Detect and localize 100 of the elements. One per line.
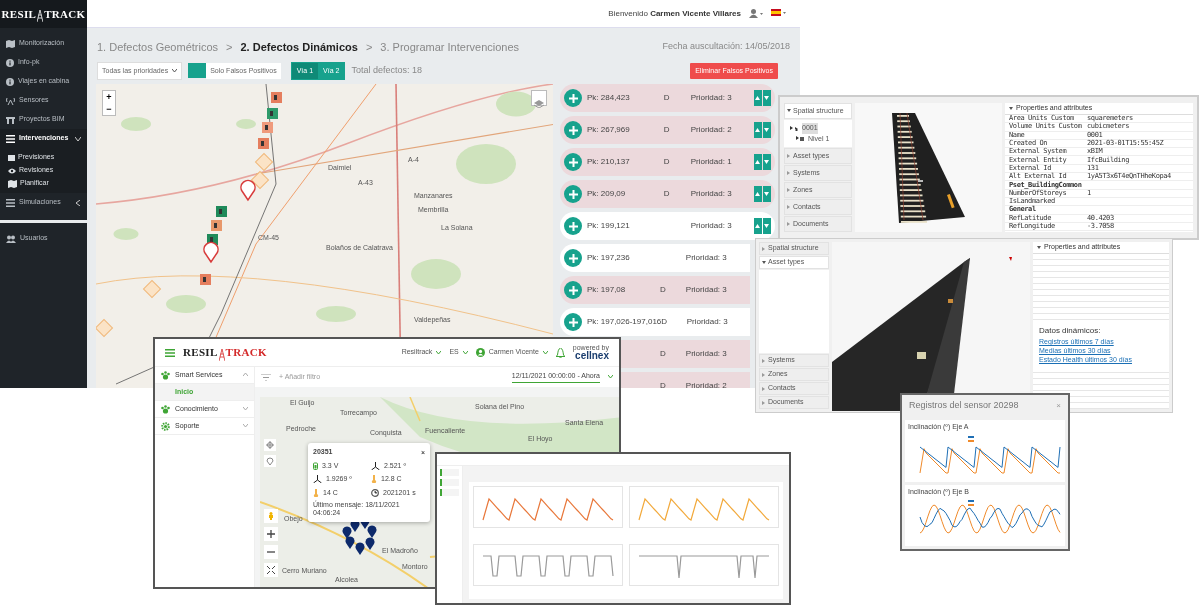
location-pin-icon [266, 457, 274, 465]
pk-text: Pk: 284,423 [587, 92, 631, 104]
chevron-icon [243, 407, 248, 411]
add-button[interactable] [564, 217, 582, 235]
defect-row[interactable]: Pk: 267,969 D Prioridad: 2 [560, 116, 775, 144]
sidebar-item[interactable] [440, 469, 459, 476]
paw-icon [161, 404, 170, 414]
sidebar-item[interactable] [440, 479, 459, 486]
minus-icon [267, 548, 275, 556]
station-marker[interactable] [96, 319, 113, 337]
forest-area [166, 295, 206, 313]
location-pin[interactable] [365, 537, 375, 550]
caret-icon [787, 205, 791, 209]
bell-icon[interactable] [555, 347, 565, 358]
location-pin-button[interactable] [264, 455, 276, 467]
move-down-button[interactable] [762, 154, 771, 170]
caret-down-icon [764, 192, 770, 196]
defect-marker[interactable] [267, 108, 278, 119]
add-button[interactable] [564, 185, 582, 203]
alert-pin[interactable] [240, 179, 256, 201]
pk-text: Pk: 197,236 [587, 252, 631, 264]
menu-icon[interactable] [165, 348, 175, 357]
chevron-icon [243, 373, 248, 377]
chevron-icon [608, 375, 613, 379]
defect-marker[interactable] [262, 122, 273, 133]
move-down-button[interactable] [762, 90, 771, 106]
move-up-button[interactable] [753, 218, 762, 234]
move-up-button[interactable] [753, 186, 762, 202]
location-pin[interactable] [367, 525, 377, 538]
defect-marker[interactable] [216, 206, 227, 217]
priority-text: Prioridad: 2 [685, 380, 728, 388]
partner-logo-text: cellnex [575, 351, 609, 361]
add-button[interactable] [564, 281, 582, 299]
crosshair-button[interactable] [264, 439, 276, 451]
defect-marker[interactable] [200, 274, 211, 285]
step-separator: > [226, 39, 233, 55]
move-down-button[interactable] [762, 122, 771, 138]
caret-down-icon [764, 160, 770, 164]
map-icon [8, 179, 17, 188]
add-button[interactable] [564, 121, 582, 139]
zoom-out-button[interactable] [264, 545, 278, 559]
antenna-icon [6, 96, 15, 105]
map-icon [6, 39, 15, 48]
defect-row[interactable]: Pk: 210,137 D Prioridad: 1 [560, 148, 775, 176]
step-link[interactable]: 2. Defectos Dinámicos [240, 38, 358, 56]
defect-marker[interactable] [271, 92, 282, 103]
forest-area [496, 91, 536, 117]
section-heading: Datos dinámicos: [1038, 325, 1102, 337]
priority-text: Prioridad: 3 [685, 284, 728, 296]
caret-up-icon [755, 224, 761, 228]
layers-button[interactable] [531, 90, 547, 106]
defect-row[interactable]: Pk: 199,121 Prioridad: 3 [560, 212, 775, 240]
priority-text: Prioridad: 2 [690, 124, 733, 136]
defect-type: D [663, 124, 671, 136]
station-marker[interactable] [251, 171, 269, 189]
defect-type: D [661, 316, 669, 328]
fullscreen-button[interactable] [264, 563, 278, 577]
defect-row[interactable]: Pk: 197,026-197,016D Prioridad: 3 [560, 308, 750, 336]
plus-icon [568, 253, 578, 263]
priority-text: Prioridad: 1 [690, 156, 733, 168]
defect-row[interactable]: Pk: 284,423 D Prioridad: 3 [560, 84, 775, 112]
defect-type: D [663, 188, 671, 200]
alert-pin[interactable] [203, 241, 219, 263]
move-down-button[interactable] [762, 186, 771, 202]
chevron-icon [172, 69, 178, 73]
sidebar-item[interactable] [440, 489, 459, 496]
defect-marker[interactable] [211, 220, 222, 231]
defect-type: D [660, 348, 667, 360]
defect-row[interactable]: Pk: 197,236 Prioridad: 3 [560, 244, 750, 272]
location-pin[interactable] [345, 536, 355, 549]
add-button[interactable] [564, 89, 582, 107]
caret-down-icon [764, 224, 770, 228]
defect-row[interactable]: Pk: 197,08 D Prioridad: 3 [560, 276, 750, 304]
zoom-in-button[interactable] [264, 527, 278, 541]
caret-icon [762, 246, 766, 251]
filter-icon[interactable] [261, 373, 271, 381]
modal-title: Registros del sensor 20298 [909, 399, 1019, 413]
move-down-button[interactable] [762, 218, 771, 234]
add-button[interactable] [564, 313, 582, 331]
add-button[interactable] [564, 249, 582, 267]
chevron-icon [243, 424, 248, 428]
logo: RESIL TRACK [1, 5, 86, 23]
location-pin[interactable] [355, 542, 365, 555]
move-up-button[interactable] [753, 90, 762, 106]
user-icon[interactable] [749, 9, 763, 18]
add-button[interactable] [564, 153, 582, 171]
plus-icon [568, 125, 578, 135]
defect-row[interactable]: Pk: 209,09 D Prioridad: 3 [560, 180, 775, 208]
station-marker[interactable] [255, 153, 273, 171]
move-up-button[interactable] [753, 122, 762, 138]
person-icon [267, 512, 275, 520]
caret-icon [787, 109, 791, 113]
logo: RESIL TRACK [183, 345, 267, 361]
flag-icon[interactable] [771, 9, 786, 18]
location-pin[interactable] [342, 526, 352, 539]
move-up-button[interactable] [753, 154, 762, 170]
defect-marker[interactable] [258, 138, 269, 149]
forest-area [411, 259, 461, 289]
home-icon [790, 125, 798, 131]
toggle-switch[interactable] [188, 62, 207, 78]
